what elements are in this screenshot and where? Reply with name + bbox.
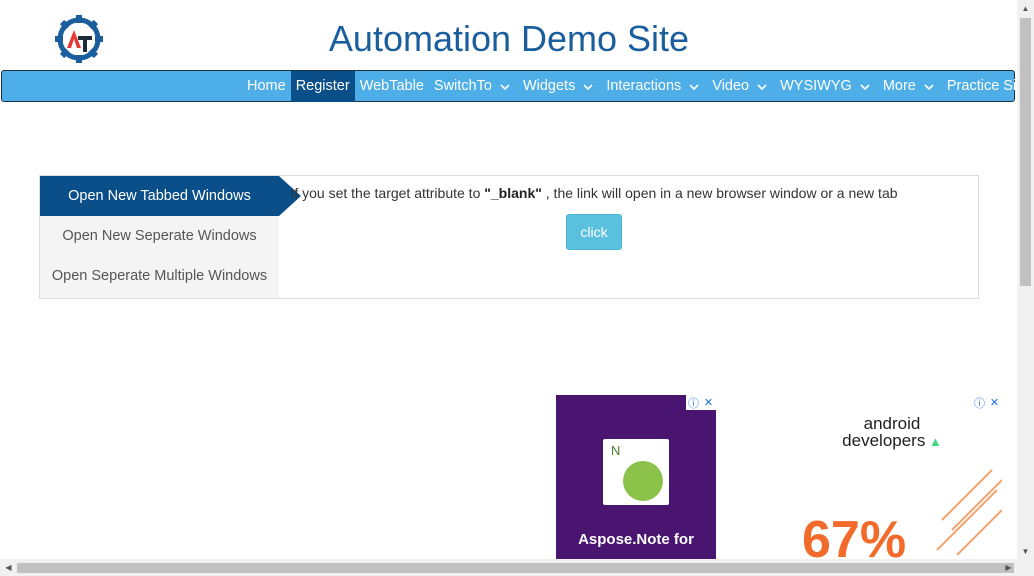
- chevron-down-icon: [689, 83, 699, 90]
- scrollbar-thumb[interactable]: [1020, 18, 1031, 286]
- nav-item-register[interactable]: Register: [290, 71, 355, 102]
- brand-line2: developers: [842, 431, 926, 450]
- note-app-icon: N: [603, 439, 669, 505]
- main-navbar: Home Register WebTable SwitchTo Widgets Inter…: [1, 70, 1028, 102]
- promo-percent: 67%: [802, 511, 907, 565]
- android-developers-brand: android developers ▲: [822, 415, 962, 450]
- ad-controls: ⓘ ✕: [972, 395, 1002, 410]
- tab-description: If you set the target attribute to "_bla…: [279, 183, 909, 203]
- decorative-stripes-icon: [936, 469, 1002, 556]
- nav-item-switchto[interactable]: SwitchTo: [429, 71, 518, 102]
- brand-line2-row: developers ▲: [822, 432, 962, 450]
- scrollbar-thumb[interactable]: [17, 563, 1014, 573]
- nav-item-more[interactable]: More: [878, 71, 942, 102]
- note-icon-letter: N: [611, 443, 621, 458]
- scroll-down-icon[interactable]: ▼: [1017, 543, 1034, 560]
- nav-items: Home Register WebTable SwitchTo Widgets Inter…: [242, 71, 1033, 102]
- tab-label: Open New Tabbed Windows: [68, 188, 251, 204]
- nav-item-interactions[interactable]: Interactions: [601, 71, 707, 102]
- nav-item-label: Interactions: [606, 78, 682, 94]
- description-text-end: , the link will open in a new browser wi…: [541, 185, 898, 201]
- note-icon-circle: [623, 461, 663, 501]
- ad-android-developers[interactable]: ⓘ ✕ android developers ▲ 67%: [802, 395, 1002, 565]
- nav-item-label: SwitchTo: [433, 78, 492, 94]
- chevron-down-icon: [583, 83, 593, 90]
- info-icon[interactable]: ⓘ: [972, 395, 987, 410]
- nav-item-label: More: [882, 78, 916, 94]
- info-icon[interactable]: ⓘ: [686, 395, 701, 410]
- nav-item-label: Widgets: [522, 78, 576, 94]
- nav-item-home[interactable]: Home: [242, 71, 291, 102]
- nav-item-widgets[interactable]: Widgets: [518, 71, 601, 102]
- site-title: Automation Demo Site: [328, 18, 690, 59]
- tab-content: If you set the target attribute to "_bla…: [279, 176, 909, 250]
- ad-aspose[interactable]: ⓘ ✕ N Aspose.Note for: [556, 395, 716, 565]
- chevron-down-icon: [860, 83, 870, 90]
- chevron-down-icon: [500, 83, 510, 90]
- nav-item-wysiwyg[interactable]: WYSIWYG: [775, 71, 878, 102]
- chevron-down-icon: [757, 83, 767, 90]
- description-text: If you set the target attribute to: [290, 185, 485, 201]
- android-icon: ▲: [925, 434, 942, 449]
- ad-headline: Aspose.Note for: [578, 531, 694, 548]
- nav-item-label: Register: [295, 78, 350, 94]
- tab-open-seperate-multiple-windows[interactable]: Open Seperate Multiple Windows: [40, 256, 279, 296]
- windows-panel: Open New Tabbed Windows Open New Seperat…: [39, 175, 979, 299]
- click-button[interactable]: click: [566, 214, 622, 250]
- chevron-down-icon: [924, 83, 934, 90]
- vertical-scrollbar[interactable]: ▲ ▼: [1017, 0, 1034, 560]
- nav-item-label: Home: [247, 78, 286, 94]
- description-bold: "_blank": [484, 185, 542, 201]
- tab-open-new-tabbed-windows[interactable]: Open New Tabbed Windows: [40, 176, 301, 216]
- nav-item-label: WYSIWYG: [780, 78, 852, 94]
- scroll-right-icon[interactable]: ▶: [1000, 559, 1017, 576]
- nav-item-label: WebTable: [359, 78, 424, 94]
- close-icon[interactable]: ✕: [701, 395, 716, 410]
- nav-item-webtable[interactable]: WebTable: [355, 71, 429, 102]
- brand-line1: android: [863, 414, 921, 433]
- nav-item-video[interactable]: Video: [707, 71, 775, 102]
- tab-open-new-seperate-windows[interactable]: Open New Seperate Windows: [40, 216, 279, 256]
- nav-item-label: Video: [712, 78, 750, 94]
- scroll-up-icon[interactable]: ▲: [1017, 0, 1034, 17]
- tab-label: Open New Seperate Windows: [62, 228, 257, 244]
- ad-controls: ⓘ ✕: [686, 395, 716, 410]
- scroll-left-icon[interactable]: ◀: [0, 559, 17, 576]
- horizontal-scrollbar[interactable]: ◀ ▶: [0, 559, 1034, 576]
- tab-label: Open Seperate Multiple Windows: [51, 268, 268, 284]
- close-icon[interactable]: ✕: [987, 395, 1002, 410]
- windows-tabs: Open New Tabbed Windows Open New Seperat…: [40, 176, 301, 298]
